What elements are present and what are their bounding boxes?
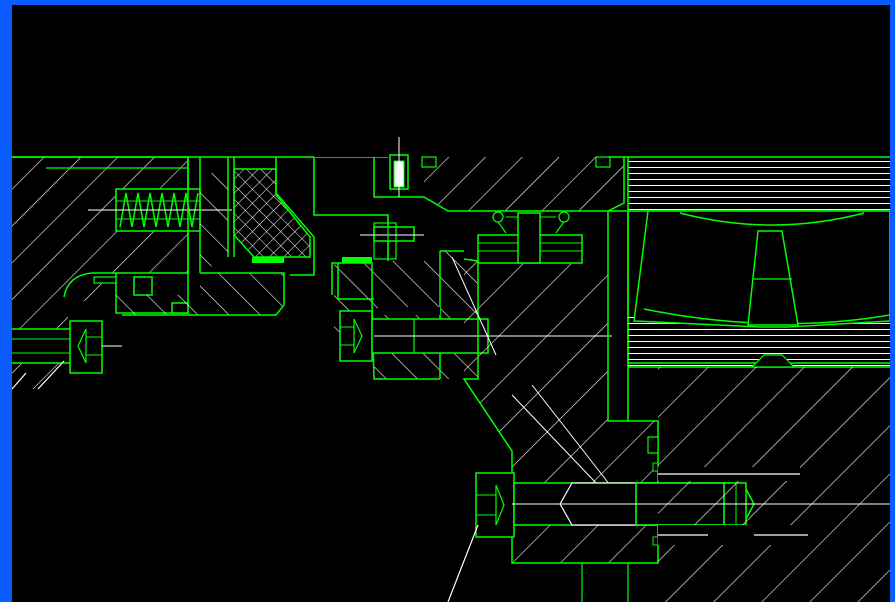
viewport-frame-left bbox=[0, 0, 12, 602]
center-pin bbox=[360, 215, 424, 261]
left-detail-lines bbox=[12, 360, 479, 602]
viewport-frame-right bbox=[890, 0, 895, 602]
section-drawing bbox=[12, 137, 890, 602]
right-housing bbox=[451, 210, 659, 602]
lower-right-housing bbox=[658, 367, 890, 602]
bearing-roller bbox=[633, 210, 890, 328]
clip-group bbox=[477, 211, 583, 264]
cad-viewport[interactable] bbox=[0, 0, 895, 602]
